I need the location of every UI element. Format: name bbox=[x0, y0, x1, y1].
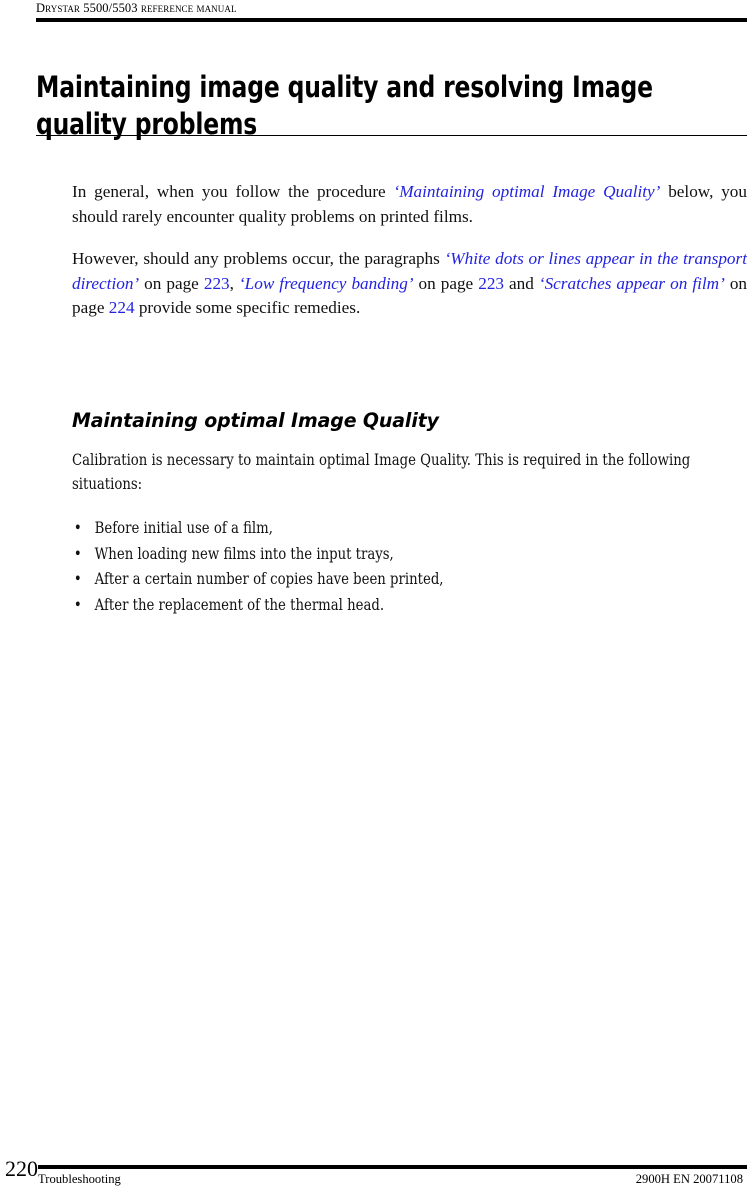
section-heading-maintaining-optimal-image-quality: Maintaining optimal Image Quality bbox=[72, 409, 439, 432]
pageref-224[interactable]: 224 bbox=[109, 298, 135, 317]
pageref-223-b[interactable]: 223 bbox=[478, 274, 504, 293]
list-item: • Before initial use of a film, bbox=[72, 516, 710, 542]
link-maintaining-optimal-image-quality[interactable]: ‘Maintaining optimal Image Quality’ bbox=[393, 182, 660, 201]
page-title: Maintaining image quality and resolving … bbox=[36, 70, 653, 142]
paragraph2-text-4: on page bbox=[413, 273, 479, 293]
paragraph2-text-5: and bbox=[504, 273, 539, 293]
list-item: • When loading new films into the input t… bbox=[72, 542, 710, 568]
list-item-label: After the replacement of the thermal hea… bbox=[94, 595, 385, 614]
bullet-icon: • bbox=[73, 519, 82, 537]
bullet-icon: • bbox=[73, 544, 82, 563]
list-item: • After the replacement of the thermal he… bbox=[72, 593, 710, 619]
footer-page-number: 220 bbox=[5, 1156, 38, 1181]
paragraph1-text-1: In general, when you follow the procedur… bbox=[72, 182, 394, 201]
section-intro-paragraph: Calibration is necessary to maintain opt… bbox=[72, 451, 691, 493]
list-item-label: Before initial use of a film, bbox=[94, 519, 273, 537]
footer-rule bbox=[38, 1165, 747, 1169]
problems-paragraph: However, should any problems occur, the … bbox=[72, 247, 747, 321]
paragraph2-text-3: , bbox=[229, 273, 239, 293]
bullet-icon: • bbox=[73, 595, 82, 614]
intro-paragraph: In general, when you follow the procedur… bbox=[72, 180, 747, 229]
paragraph2-text-7: provide some specific remedies. bbox=[134, 298, 361, 318]
list-item-label: After a certain number of copies have be… bbox=[94, 570, 444, 588]
pageref-223-a[interactable]: 223 bbox=[204, 274, 230, 293]
section-body: Calibration is necessary to maintain opt… bbox=[72, 448, 747, 618]
link-low-frequency-banding[interactable]: ‘Low frequency banding’ bbox=[239, 274, 414, 293]
paragraph2-text-2: on page bbox=[139, 273, 204, 293]
body-content: In general, when you follow the procedur… bbox=[72, 180, 747, 321]
running-header-title: DRYSTAR 5500/5503 REFERENCE MANUAL bbox=[36, 1, 237, 15]
page-footer: 220 Troubleshooting 2900H EN 20071108 bbox=[0, 1150, 747, 1186]
header-rule bbox=[36, 18, 747, 22]
bullet-icon: • bbox=[73, 570, 82, 588]
link-scratches-appear-on-film[interactable]: ‘Scratches appear on film’ bbox=[539, 274, 725, 293]
list-item: • After a certain number of copies have b… bbox=[72, 567, 710, 593]
paragraph2-text-1: However, should any problems occur, the … bbox=[72, 249, 445, 269]
footer-chapter-label: Troubleshooting bbox=[38, 1172, 121, 1186]
calibration-situations-list: • Before initial use of a film, • When loa… bbox=[72, 516, 747, 618]
title-rule bbox=[36, 135, 747, 137]
list-item-label: When loading new films into the input tr… bbox=[94, 544, 394, 563]
footer-document-code: 2900H EN 20071108 bbox=[635, 1172, 743, 1186]
